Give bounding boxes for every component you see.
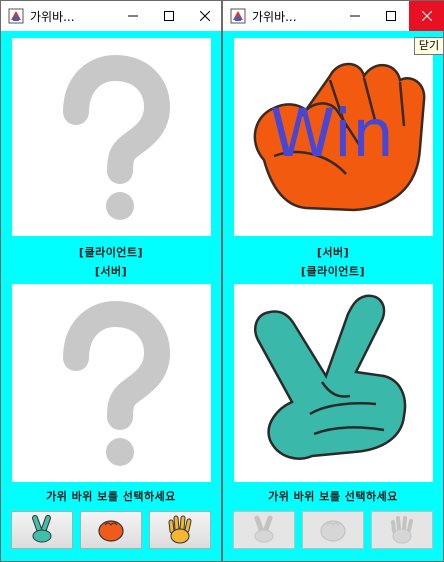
rock-button[interactable]: [302, 511, 364, 549]
client-label: [클라이언트]: [300, 265, 366, 278]
maximize-button[interactable]: [151, 1, 187, 31]
paper-hand-icon: [168, 515, 192, 544]
paper-button[interactable]: [149, 511, 211, 549]
paper-hand-icon: [391, 516, 413, 544]
rock-fist-icon: [320, 520, 346, 542]
close-icon: [200, 11, 210, 21]
question-mark-icon: [63, 300, 171, 466]
minimize-button[interactable]: [337, 1, 373, 31]
rock-button[interactable]: [80, 511, 142, 549]
paper-button[interactable]: [371, 511, 433, 549]
game-window-right: 가위바... Win [서버] [클라이언트] 가위 바위 보를 선택하세요: [222, 0, 444, 562]
window-title: 가위바...: [30, 10, 75, 24]
minimize-icon: [350, 15, 360, 17]
server-hand-panel: [12, 284, 211, 482]
window-title: 가위바...: [252, 10, 297, 24]
server-label: [서버]: [316, 246, 350, 259]
scissors-button[interactable]: [233, 511, 295, 549]
close-button[interactable]: [409, 1, 444, 31]
minimize-button[interactable]: [115, 1, 151, 31]
scissors-hand-image: [254, 294, 407, 460]
choose-prompt: 가위 바위 보를 선택하세요: [46, 490, 176, 503]
rock-fist-image: Win: [253, 62, 426, 212]
maximize-button[interactable]: [373, 1, 409, 31]
close-tooltip: 닫기: [414, 37, 444, 55]
title-bar[interactable]: 가위바...: [223, 1, 444, 31]
maximize-icon: [164, 11, 174, 21]
client-label: [클라이언트]: [78, 246, 144, 259]
win-overlay-text: Win: [270, 95, 394, 172]
server-label: [서버]: [94, 265, 128, 278]
close-icon: [422, 11, 432, 21]
maximize-icon: [386, 11, 396, 21]
scissors-hand-icon: [32, 515, 52, 543]
question-mark-icon: [63, 54, 171, 220]
scissors-button[interactable]: [11, 511, 73, 549]
minimize-icon: [128, 15, 138, 17]
java-app-icon: [8, 8, 24, 24]
rock-fist-icon: [98, 520, 124, 542]
java-app-icon: [230, 8, 246, 24]
choose-prompt: 가위 바위 보를 선택하세요: [268, 490, 398, 503]
game-window-left: 가위바... [클라이언트] [서버] 가위 바위 보를 선택하세요: [0, 0, 222, 562]
scissors-hand-icon: [254, 515, 274, 543]
close-button[interactable]: [187, 1, 223, 31]
title-bar[interactable]: 가위바...: [1, 1, 221, 31]
server-hand-panel: Win: [234, 38, 433, 236]
client-hand-panel: [234, 284, 433, 482]
client-hand-panel: [12, 38, 211, 236]
